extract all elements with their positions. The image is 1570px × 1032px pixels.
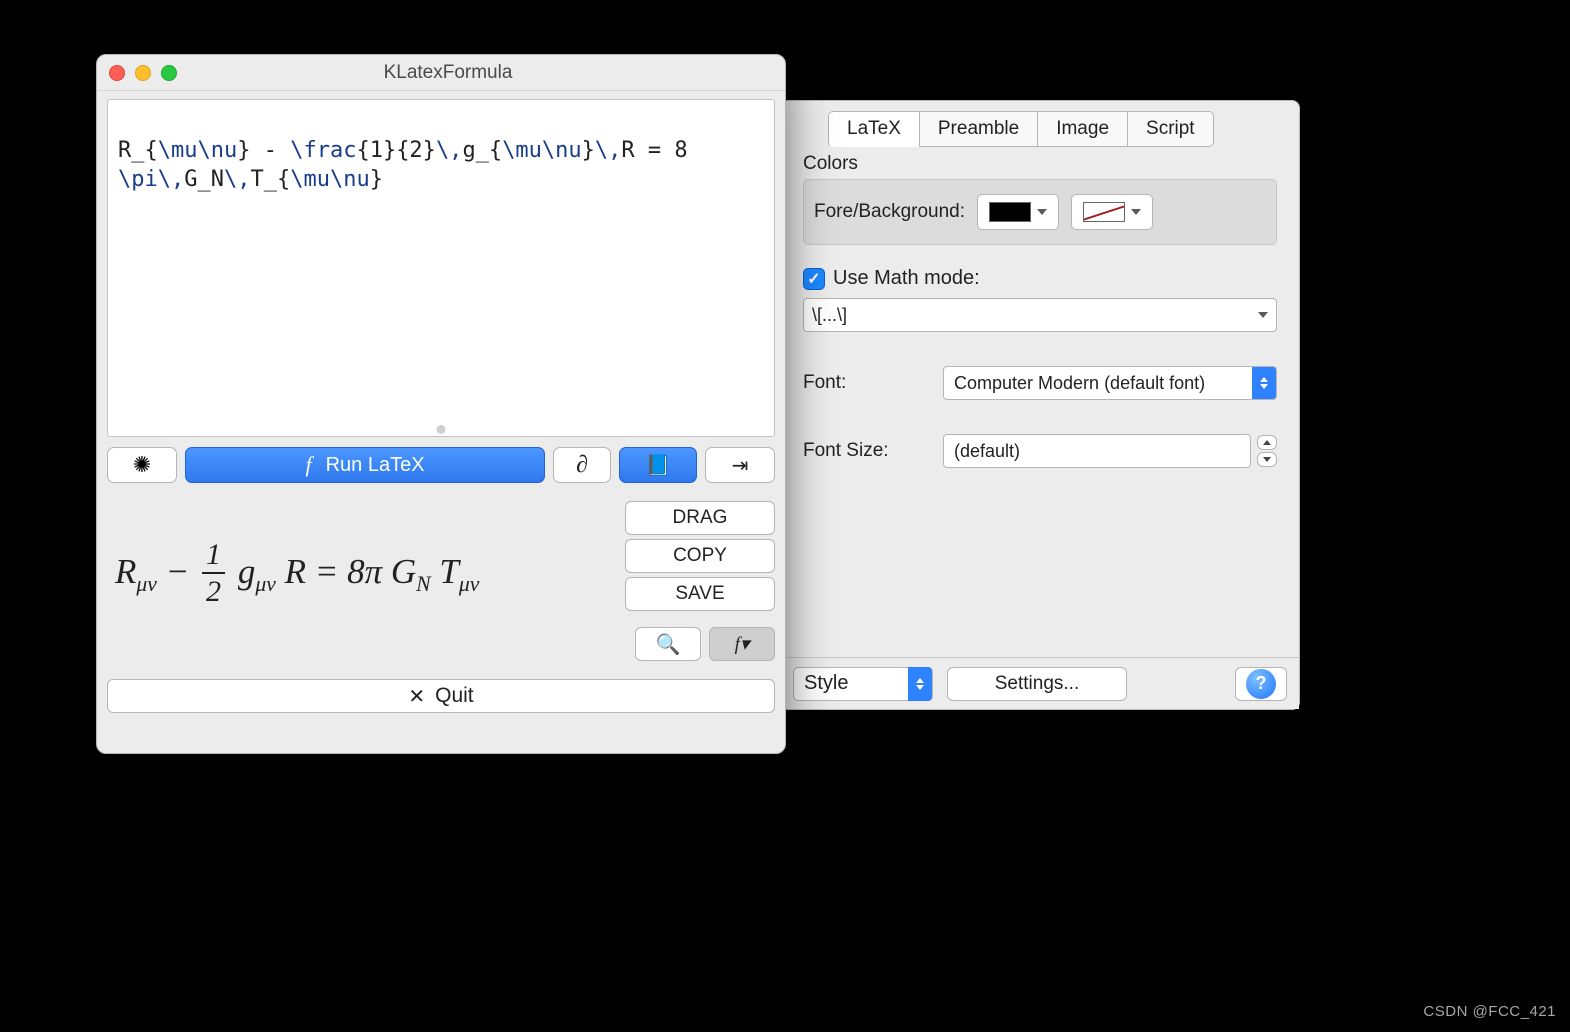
latex-editor[interactable]: R_{\mu\nu} - \frac{1}{2}\,g_{\mu\nu}\,R … bbox=[107, 99, 775, 437]
tab-image[interactable]: Image bbox=[1037, 111, 1128, 147]
formula-menu-icon: f▾ bbox=[735, 633, 750, 656]
quit-label: Quit bbox=[435, 684, 474, 708]
book-icon: 📘 bbox=[646, 453, 671, 478]
font-size-field[interactable]: (default) bbox=[943, 434, 1251, 468]
help-button[interactable]: ? bbox=[1235, 667, 1287, 701]
font-select[interactable]: Computer Modern (default font) bbox=[943, 366, 1277, 400]
fore-back-label: Fore/Background: bbox=[814, 201, 965, 223]
titlebar: KLatexFormula bbox=[97, 55, 785, 91]
panel-bottom-bar: Style Settings... ? bbox=[781, 657, 1299, 709]
font-label: Font: bbox=[803, 372, 943, 394]
run-latex-button[interactable]: f Run LaTeX bbox=[185, 447, 545, 483]
foreground-color-button[interactable] bbox=[977, 194, 1059, 230]
function-f-icon: f bbox=[305, 452, 311, 478]
watermark: CSDN @FCC_421 bbox=[1423, 1003, 1556, 1020]
font-size-step-up[interactable] bbox=[1257, 435, 1277, 450]
math-mode-combo[interactable]: \[...\] bbox=[803, 298, 1277, 332]
math-mode-label: Use Math mode: bbox=[833, 267, 980, 290]
font-size-label: Font Size: bbox=[803, 440, 943, 462]
font-size-stepper[interactable] bbox=[1257, 435, 1277, 467]
symbols-button[interactable]: ∂ bbox=[553, 447, 611, 483]
partial-icon: ∂ bbox=[576, 452, 588, 479]
save-label: SAVE bbox=[675, 583, 724, 605]
save-button[interactable]: SAVE bbox=[625, 577, 775, 611]
font-value: Computer Modern (default font) bbox=[954, 373, 1205, 394]
colors-heading: Colors bbox=[803, 153, 1277, 175]
tab-script[interactable]: Script bbox=[1127, 111, 1214, 147]
foreground-swatch bbox=[989, 202, 1031, 222]
tab-preamble[interactable]: Preamble bbox=[919, 111, 1038, 147]
window-title: KLatexFormula bbox=[123, 62, 773, 84]
font-size-step-down[interactable] bbox=[1257, 452, 1277, 467]
math-mode-checkbox[interactable]: ✓ bbox=[803, 268, 825, 290]
collapse-panel-button[interactable]: ⇥ bbox=[705, 447, 775, 483]
library-button[interactable]: 📘 bbox=[619, 447, 697, 483]
quit-button[interactable]: ✕ Quit bbox=[107, 679, 775, 713]
settings-button[interactable]: Settings... bbox=[947, 667, 1127, 701]
style-select[interactable]: Style bbox=[793, 667, 933, 701]
resize-grip-icon[interactable] bbox=[437, 425, 446, 434]
collapse-icon: ⇥ bbox=[732, 453, 749, 478]
main-window: KLatexFormula R_{\mu\nu} - \frac{1}{2}\,… bbox=[96, 54, 786, 754]
formula-menu-button[interactable]: f▾ bbox=[709, 627, 775, 661]
settings-label: Settings... bbox=[995, 673, 1080, 695]
copy-label: COPY bbox=[673, 545, 727, 567]
math-mode-value: \[...\] bbox=[812, 305, 847, 326]
sparkle-icon: ✺ bbox=[133, 452, 151, 478]
close-x-icon: ✕ bbox=[408, 684, 425, 709]
font-size-value: (default) bbox=[954, 441, 1020, 462]
zoom-button[interactable]: 🔍 bbox=[635, 627, 701, 661]
drag-label: DRAG bbox=[673, 507, 728, 529]
chevron-down-icon bbox=[1131, 209, 1141, 215]
colors-box: Fore/Background: bbox=[803, 179, 1277, 245]
style-label: Style bbox=[804, 672, 848, 695]
chevron-down-icon bbox=[1037, 209, 1047, 215]
drag-button[interactable]: DRAG bbox=[625, 501, 775, 535]
tab-latex[interactable]: LaTeX bbox=[828, 111, 920, 147]
settings-tabs: LaTeX Preamble Image Script bbox=[829, 111, 1289, 147]
background-swatch-transparent bbox=[1083, 202, 1125, 222]
run-latex-label: Run LaTeX bbox=[326, 454, 425, 477]
toolbar: ✺ f Run LaTeX ∂ 📘 ⇥ bbox=[97, 437, 785, 483]
chevron-down-icon bbox=[1258, 312, 1268, 318]
select-stepper-icon bbox=[908, 667, 932, 701]
formula-preview: Rμν − 12 gμν R = 8π GN Tμν bbox=[107, 501, 615, 611]
settings-panel: LaTeX Preamble Image Script Colors Fore/… bbox=[780, 100, 1300, 710]
select-stepper-icon bbox=[1252, 366, 1276, 400]
copy-button[interactable]: COPY bbox=[625, 539, 775, 573]
magnifier-icon: 🔍 bbox=[656, 632, 681, 657]
help-icon: ? bbox=[1246, 669, 1276, 699]
clear-button[interactable]: ✺ bbox=[107, 447, 177, 483]
background-color-button[interactable] bbox=[1071, 194, 1153, 230]
